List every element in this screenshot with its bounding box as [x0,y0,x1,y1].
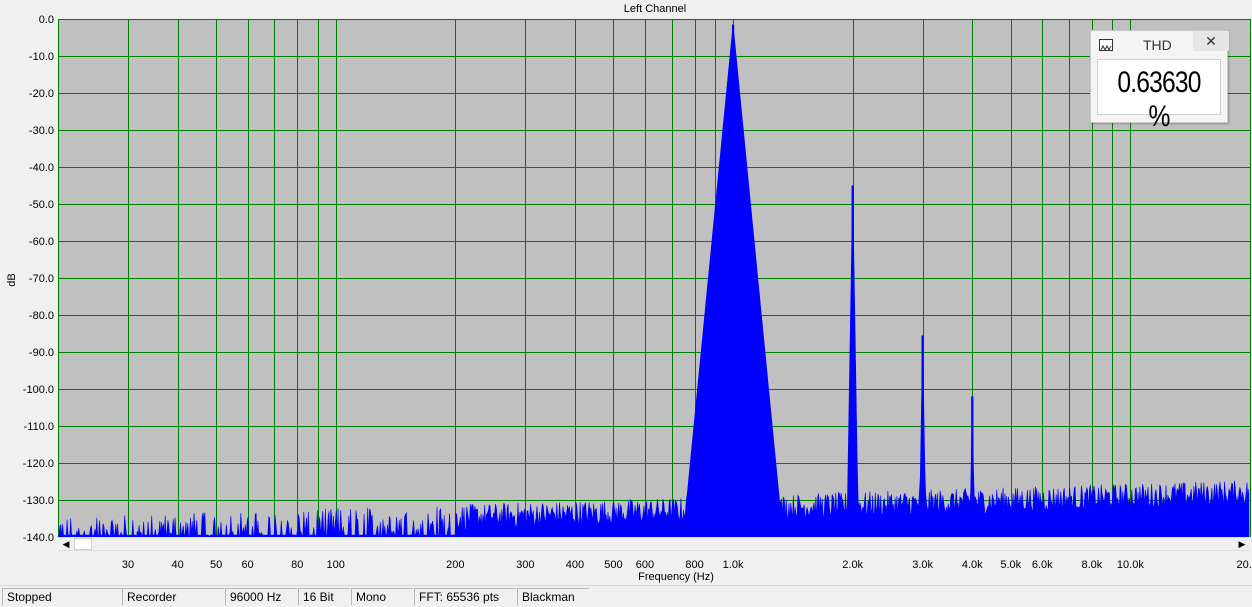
x-tick-label: 50 [210,559,222,571]
thd-value-box: 0.63630 % [1097,59,1221,133]
x-tick-label: 40 [171,559,183,571]
x-tick-label: 10.0k [1117,559,1144,571]
scroll-right-icon[interactable]: ▶ [1234,538,1250,550]
thd-value: 0.63630 % [1117,66,1201,133]
x-tick-label: 2.0k [842,559,863,571]
y-axis-ticks: 0.0 -10.0 -20.0 -30.0 -40.0 -50.0 -60.0 -70.0 -8… [23,14,54,544]
status-window: Blackman [517,588,589,605]
status-sample-rate: 96000 Hz [225,588,297,605]
x-tick-label: 800 [685,559,703,571]
thd-title: THD [1143,37,1172,53]
x-tick-label: 5.0k [1000,559,1021,571]
waveform-icon [1099,39,1113,52]
x-tick-label: 600 [636,559,654,571]
x-tick-label: 80 [291,559,303,571]
y-tick-label: -60.0 [29,236,54,248]
horizontal-scrollbar[interactable]: ◀ ▶ [58,537,1250,551]
y-tick-label: -130.0 [23,495,54,507]
scroll-thumb[interactable] [74,538,92,550]
status-bar: Stopped Recorder 96000 Hz 16 Bit Mono FF… [0,585,1252,607]
scroll-left-icon[interactable]: ◀ [58,538,74,550]
x-axis-label: Frequency (Hz) [638,571,714,583]
status-mode: Recorder [122,588,224,605]
y-tick-label: -20.0 [29,88,54,100]
x-tick-label: 4.0k [962,559,983,571]
x-tick-label: 400 [566,559,584,571]
x-tick-label: 100 [327,559,345,571]
y-tick-label: -110.0 [24,421,54,433]
x-tick-label: 1.0k [723,559,744,571]
thd-panel: THD ✕ 0.63630 % [1090,30,1229,133]
x-tick-label: 500 [604,559,622,571]
status-channels: Mono [351,588,413,605]
y-tick-label: -90.0 [29,347,54,359]
status-fft: FFT: 65536 pts [414,588,516,605]
y-tick-label: -30.0 [29,125,54,137]
x-axis-ticks: 30 40 50 60 80 100 200 300 400 500 600 800 1.0k 2.0k 3… [122,559,1252,571]
x-tick-label: 200 [446,559,464,571]
spectrum-chart: Left Channel 0.0 -10.0 -20.0 -30.0 -40.0 -50.… [6,3,1252,583]
x-tick-label: 20.0k [1237,559,1252,571]
x-tick-label: 3.0k [912,559,933,571]
y-tick-label: -10.0 [29,51,54,63]
chart-title: Left Channel [624,3,686,15]
y-tick-label: -50.0 [29,199,54,211]
y-tick-label: 0.0 [39,14,54,26]
y-tick-label: -120.0 [23,458,54,470]
x-tick-label: 6.0k [1032,559,1053,571]
x-tick-label: 60 [241,559,253,571]
y-axis-label: dB [6,273,18,286]
y-tick-label: -70.0 [29,273,54,285]
y-tick-label: -80.0 [29,310,54,322]
x-tick-label: 8.0k [1081,559,1102,571]
status-bit-depth: 16 Bit [298,588,350,605]
y-tick-label: -100.0 [23,384,54,396]
x-tick-label: 300 [516,559,534,571]
x-tick-label: 30 [122,559,134,571]
y-tick-label: -40.0 [29,162,54,174]
close-icon[interactable]: ✕ [1193,31,1229,51]
status-state: Stopped [2,588,122,605]
y-tick-label: -140.0 [23,532,54,544]
